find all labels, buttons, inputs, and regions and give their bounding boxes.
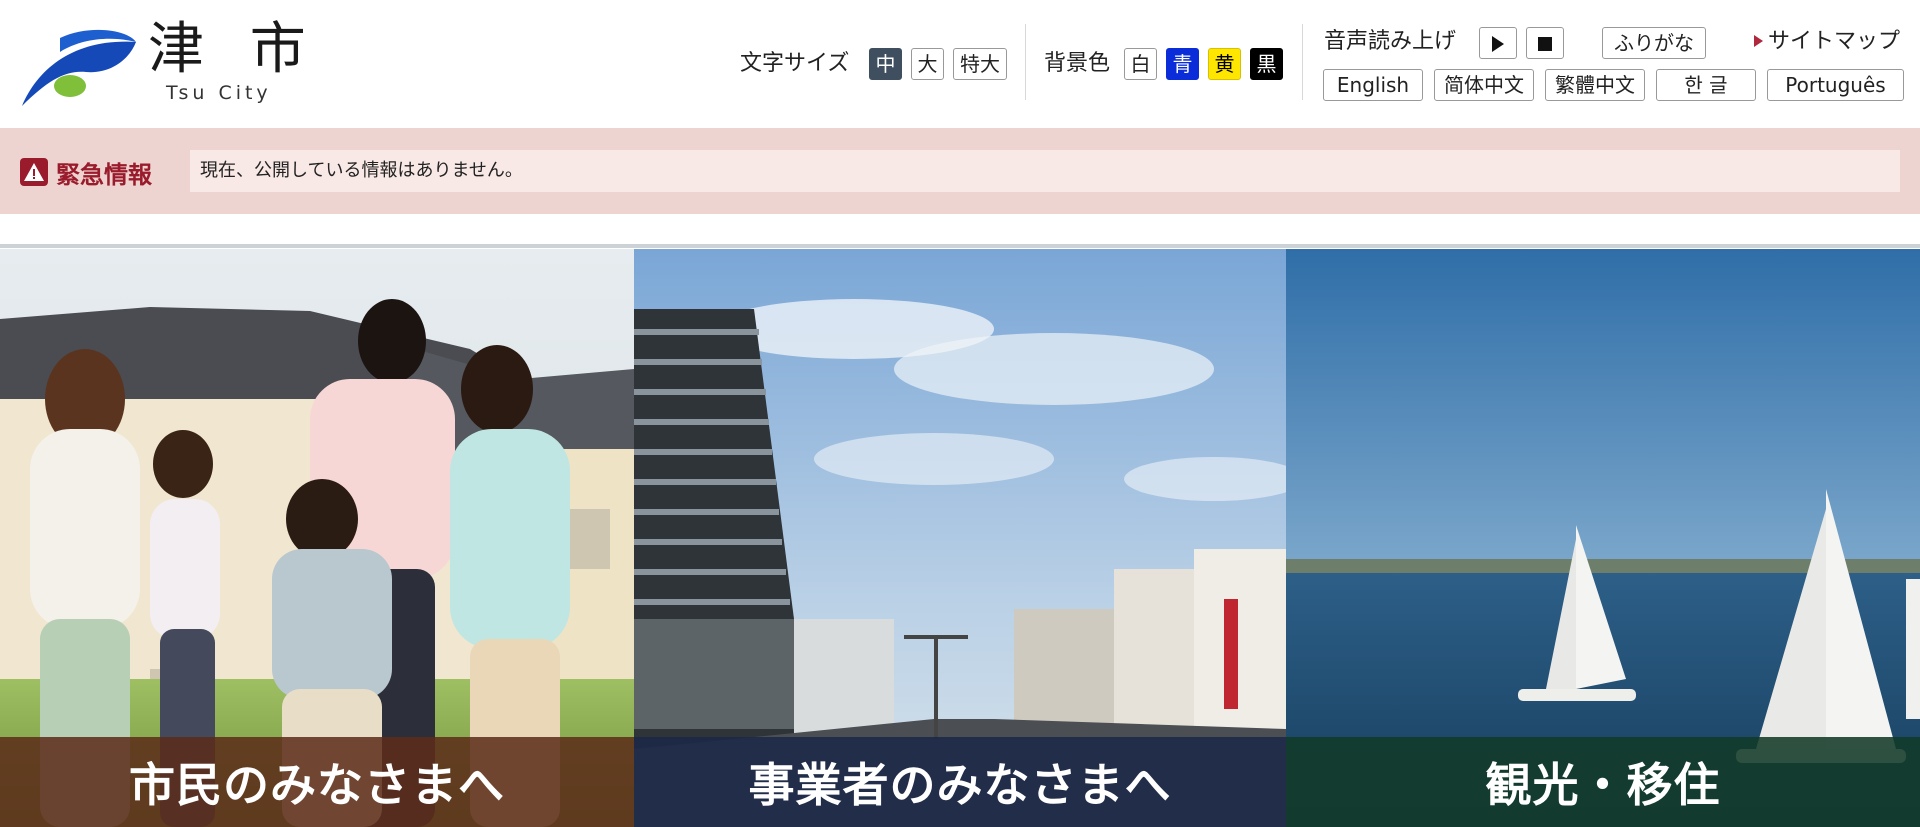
read-aloud-label: 音声読み上げ [1324, 29, 1457, 54]
warning-icon [20, 158, 48, 186]
sitemap-label: サイトマップ [1768, 29, 1901, 54]
language-simplified-chinese-button[interactable]: 简体中文 [1434, 69, 1534, 101]
emergency-message: 現在、公開している情報はありません。 [190, 150, 1900, 192]
header-divider [1025, 24, 1026, 100]
read-aloud-stop-button[interactable] [1526, 27, 1564, 59]
section-divider [0, 244, 1920, 248]
language-traditional-chinese-button[interactable]: 繁體中文 [1545, 69, 1645, 101]
font-size-label: 文字サイズ [740, 51, 850, 76]
bg-color-blue-button[interactable]: 青 [1166, 48, 1199, 80]
bg-color-black-button[interactable]: 黒 [1250, 48, 1283, 80]
bg-color-yellow-button[interactable]: 黄 [1208, 48, 1241, 80]
panel-businesses-label: 事業者のみなさまへ [634, 737, 1286, 827]
sitemap-link[interactable]: サイトマップ [1754, 26, 1900, 58]
panel-citizens-label: 市民のみなさまへ [0, 737, 634, 827]
emergency-title: 緊急情報 [20, 154, 152, 190]
font-size-xlarge-button[interactable]: 特大 [953, 48, 1007, 80]
font-size-medium-button[interactable]: 中 [869, 48, 902, 80]
logo-roman: Tsu City [166, 82, 272, 104]
furigana-button[interactable]: ふりがな [1602, 27, 1706, 59]
bg-color-label: 背景色 [1044, 51, 1111, 76]
panel-tourism-label: 観光・移住 [1286, 737, 1920, 827]
bg-color-white-button[interactable]: 白 [1124, 48, 1157, 80]
emergency-title-text: 緊急情報 [56, 160, 152, 189]
language-portuguese-button[interactable]: Português [1767, 69, 1904, 101]
font-size-large-button[interactable]: 大 [911, 48, 944, 80]
play-icon [1492, 35, 1504, 52]
panel-citizens[interactable]: 市民のみなさまへ [0, 249, 634, 827]
language-english-button[interactable]: English [1323, 69, 1423, 101]
panel-tourism[interactable]: 観光・移住 [1286, 249, 1920, 827]
logo-kanji: 津 市 [148, 17, 320, 82]
read-aloud-play-button[interactable] [1479, 27, 1517, 59]
tsu-city-logo[interactable]: 津 市 Tsu City [20, 16, 306, 108]
triangle-right-icon [1754, 34, 1763, 47]
header-divider [1302, 24, 1303, 100]
tsu-city-emblem-icon [22, 29, 136, 106]
panel-businesses[interactable]: 事業者のみなさまへ [634, 249, 1286, 827]
emergency-info-bar: 緊急情報 現在、公開している情報はありません。 [0, 128, 1920, 214]
stop-icon [1538, 36, 1552, 51]
site-header: 津 市 Tsu City 文字サイズ 中 大 特大 背景色 白 青 黄 黒 音声… [0, 0, 1920, 128]
language-korean-button[interactable]: 한 글 [1656, 69, 1756, 101]
